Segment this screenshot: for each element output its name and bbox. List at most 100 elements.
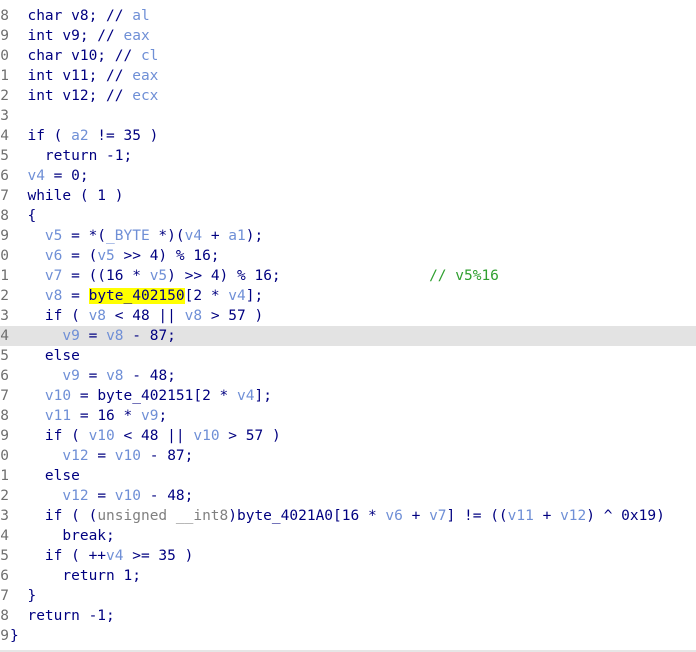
code-token: break; (10, 528, 115, 544)
code-line[interactable]: 7 v10 = byte_402151[2 * v4]; (0, 386, 696, 406)
line-number-text: 2 (0, 288, 9, 304)
variable-token[interactable]: v4 (106, 548, 123, 564)
variable-token[interactable]: v8 (89, 308, 106, 324)
variable-token[interactable]: _BYTE (106, 228, 150, 244)
variable-token[interactable]: v10 (89, 428, 115, 444)
code-line[interactable]: 7 } (0, 586, 696, 606)
line-number: 9 (0, 626, 10, 646)
variable-token[interactable]: v11 (508, 508, 534, 524)
code-line[interactable]: 9 int v9; // eax (0, 26, 696, 46)
variable-token[interactable]: v9 (141, 408, 158, 424)
code-line[interactable]: 6 v4 = 0; (0, 166, 696, 186)
line-number-text: 8 (0, 408, 9, 424)
code-line[interactable]: 1 else (0, 466, 696, 486)
code-line[interactable]: 5 if ( ++v4 >= 35 ) (0, 546, 696, 566)
code-line[interactable]: 0 char v10; // cl (0, 46, 696, 66)
code-line[interactable]: 4 break; (0, 526, 696, 546)
pseudocode-view[interactable]: 8 char v8; // al 9 int v9; // eax 0 char v… (0, 0, 696, 652)
code-line[interactable]: 5 return -1; (0, 146, 696, 166)
code-token: = ( (62, 248, 98, 264)
variable-token[interactable]: v5 (97, 248, 114, 264)
code-token: int v12; // (10, 88, 133, 104)
variable-token[interactable]: v9 (62, 368, 79, 384)
variable-token[interactable]: v11 (45, 408, 71, 424)
variable-token[interactable]: v9 (62, 328, 79, 344)
code-line[interactable]: 0 v6 = (v5 >> 4) % 16; (0, 246, 696, 266)
variable-token[interactable]: v8 (106, 368, 123, 384)
code-token: = 0; (44, 168, 89, 184)
code-line[interactable]: 8 return -1; (0, 606, 696, 626)
code-token: *)( (149, 228, 185, 244)
code-line[interactable]: 2 v8 = byte_402150[2 * v4]; (0, 286, 696, 306)
variable-token[interactable]: v10 (193, 428, 219, 444)
code-token: )byte_4021A0[16 * (228, 508, 386, 524)
code-line[interactable]: 0 v12 = v10 - 87; (0, 446, 696, 466)
variable-token[interactable]: a2 (71, 128, 88, 144)
variable-token[interactable]: ecx (132, 88, 158, 104)
variable-token[interactable]: v12 (62, 448, 88, 464)
variable-token[interactable]: v4 (185, 228, 202, 244)
code-line[interactable]: 4 v9 = v8 - 87; (0, 326, 696, 346)
code-token: = byte_402151[2 * (71, 388, 237, 404)
code-line[interactable]: 3 (0, 106, 696, 126)
code-token: ]; (254, 388, 272, 404)
line-number-text: 9 (0, 428, 9, 444)
code-token: ) >> 4) % 16; (167, 268, 281, 284)
variable-token[interactable]: v5 (150, 268, 167, 284)
line-number: 6 (0, 566, 10, 586)
code-line[interactable]: 3 if ( (unsigned __int8)byte_4021A0[16 *… (0, 506, 696, 526)
variable-token[interactable]: v7 (45, 268, 62, 284)
variable-token[interactable]: v6 (45, 248, 62, 264)
code-line[interactable]: 8 v11 = 16 * v9; (0, 406, 696, 426)
variable-token[interactable]: v12 (62, 488, 88, 504)
line-number: 9 (0, 426, 10, 446)
variable-token[interactable]: v5 (45, 228, 62, 244)
variable-token[interactable]: al (132, 8, 149, 24)
variable-token[interactable]: v8 (106, 328, 123, 344)
code-line[interactable]: 2 v12 = v10 - 48; (0, 486, 696, 506)
variable-token[interactable]: cl (141, 48, 158, 64)
code-line[interactable]: 8 char v8; // al (0, 6, 696, 26)
variable-token[interactable]: eax (124, 28, 150, 44)
variable-token[interactable]: eax (132, 68, 158, 84)
variable-token[interactable]: v10 (45, 388, 71, 404)
code-line[interactable]: 9} (0, 626, 696, 646)
code-line[interactable]: 8 { (0, 206, 696, 226)
code-line[interactable]: 5 else (0, 346, 696, 366)
variable-token[interactable]: v10 (115, 448, 141, 464)
line-number: 6 (0, 366, 10, 386)
line-number-text: 8 (0, 8, 9, 24)
variable-token[interactable]: v8 (45, 288, 62, 304)
code-line[interactable]: 2 int v12; // ecx (0, 86, 696, 106)
code-token: = (62, 288, 89, 304)
code-line[interactable]: 4 if ( a2 != 35 ) (0, 126, 696, 146)
code-line[interactable]: 9 if ( v10 < 48 || v10 > 57 ) (0, 426, 696, 446)
variable-token[interactable]: v6 (385, 508, 402, 524)
line-number: 1 (0, 66, 10, 86)
highlighted-identifier[interactable]: byte_402150 (88, 288, 185, 304)
code-line[interactable]: 1 int v11; // eax (0, 66, 696, 86)
code-text: return -1; (10, 606, 114, 626)
code-line[interactable]: 6 return 1; (0, 566, 696, 586)
code-text: v12 = v10 - 87; (10, 446, 193, 466)
variable-token[interactable]: v4 (237, 388, 254, 404)
line-number: 3 (0, 106, 10, 126)
variable-token[interactable]: v4 (228, 288, 245, 304)
variable-token[interactable]: a1 (228, 228, 245, 244)
code-token: = ((16 * (62, 268, 150, 284)
variable-token[interactable]: v12 (560, 508, 586, 524)
line-number: 0 (0, 246, 10, 266)
code-line[interactable]: 7 while ( 1 ) (0, 186, 696, 206)
code-line[interactable]: 9 v5 = *(_BYTE *)(v4 + a1); (0, 226, 696, 246)
code-line[interactable]: 3 if ( v8 < 48 || v8 > 57 ) (0, 306, 696, 326)
code-token: = (79, 368, 107, 384)
variable-token[interactable]: v10 (115, 488, 141, 504)
code-line[interactable]: 1 v7 = ((16 * v5) >> 4) % 16; // v5%16 (0, 266, 696, 286)
code-text: v7 = ((16 * v5) >> 4) % 16; // v5%16 (10, 266, 499, 286)
variable-token[interactable]: v7 (429, 508, 446, 524)
variable-token[interactable]: v4 (27, 168, 44, 184)
line-number-text: 4 (0, 328, 9, 344)
variable-token[interactable]: v8 (185, 308, 202, 324)
code-line[interactable]: 6 v9 = v8 - 48; (0, 366, 696, 386)
